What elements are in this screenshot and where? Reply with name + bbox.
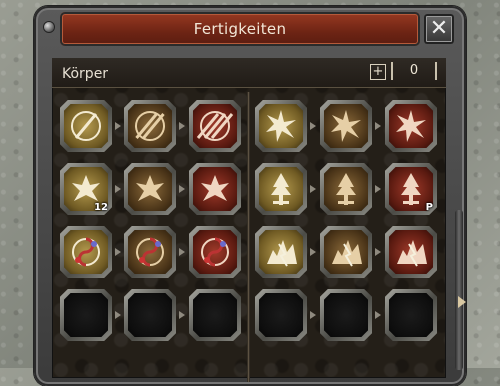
progression-arrow-icon [310, 122, 316, 130]
skill-slot[interactable]: 12 [60, 163, 112, 215]
scroll-arrow-icon[interactable] [458, 296, 466, 308]
skill-slot-empty[interactable] [60, 289, 112, 341]
add-points-button[interactable]: + [370, 64, 386, 80]
skill-slot-empty[interactable] [124, 289, 176, 341]
skill-slot[interactable] [320, 100, 372, 152]
progression-arrow-icon [179, 248, 185, 256]
yin-yang-icon [128, 230, 172, 274]
progression-arrow-icon [179, 311, 185, 319]
category-label: Körper [62, 66, 109, 82]
skill-slot[interactable] [124, 100, 176, 152]
skill-slot-empty[interactable] [320, 289, 372, 341]
scrollbar[interactable] [455, 210, 463, 370]
skill-level-badge: P [425, 202, 433, 213]
progression-arrow-icon [179, 185, 185, 193]
sword-slash-double-icon [128, 104, 172, 148]
skill-slot[interactable] [124, 226, 176, 278]
skill-slot[interactable] [320, 226, 372, 278]
tree-sword-icon [324, 167, 368, 211]
progression-arrow-icon [115, 185, 121, 193]
close-button[interactable]: ✕ [424, 14, 454, 44]
column-divider [247, 92, 250, 382]
lightning-ground-icon [259, 230, 303, 274]
progression-arrow-icon [375, 122, 381, 130]
skill-slot[interactable] [385, 226, 437, 278]
category-header [52, 58, 446, 88]
skill-slot[interactable] [189, 163, 241, 215]
skill-slot-empty[interactable] [255, 289, 307, 341]
empty-slot [389, 293, 433, 337]
pin-icon[interactable] [44, 22, 54, 32]
skill-level-badge: 12 [94, 202, 108, 213]
empty-slot [324, 293, 368, 337]
skill-slot[interactable] [60, 226, 112, 278]
skill-slot[interactable] [124, 163, 176, 215]
skill-slot[interactable] [189, 100, 241, 152]
lightning-ground-icon [324, 230, 368, 274]
progression-arrow-icon [115, 248, 121, 256]
skill-slot[interactable]: P [385, 163, 437, 215]
empty-slot [128, 293, 172, 337]
sword-slash-icon [64, 104, 108, 148]
progression-arrow-icon [375, 185, 381, 193]
progression-arrow-icon [375, 248, 381, 256]
progression-arrow-icon [310, 311, 316, 319]
window-title: Fertigkeiten [193, 20, 287, 38]
skill-slot[interactable] [255, 226, 307, 278]
yin-yang-icon [193, 230, 237, 274]
lightning-ground-icon [389, 230, 433, 274]
progression-arrow-icon [375, 311, 381, 319]
skill-slot[interactable] [385, 100, 437, 152]
skill-slot[interactable] [255, 163, 307, 215]
progression-arrow-icon [115, 122, 121, 130]
tree-sword-icon [259, 167, 303, 211]
empty-slot [64, 293, 108, 337]
progression-arrow-icon [179, 122, 185, 130]
progression-arrow-icon [115, 311, 121, 319]
skill-slot[interactable] [60, 100, 112, 152]
skill-points-value: 0 [391, 62, 437, 80]
skill-slot-empty[interactable] [385, 289, 437, 341]
progression-arrow-icon [310, 248, 316, 256]
progression-arrow-icon [310, 185, 316, 193]
skill-slot[interactable] [255, 100, 307, 152]
sword-slash-triple-icon [193, 104, 237, 148]
warrior-aura-icon [193, 167, 237, 211]
skill-slot[interactable] [320, 163, 372, 215]
skill-slot-empty[interactable] [189, 289, 241, 341]
empty-slot [259, 293, 303, 337]
yin-yang-icon [64, 230, 108, 274]
warrior-aura-icon [128, 167, 172, 211]
empty-slot [193, 293, 237, 337]
star-burst-icon [389, 104, 433, 148]
skill-slot[interactable] [189, 226, 241, 278]
star-burst-icon [324, 104, 368, 148]
star-burst-icon [259, 104, 303, 148]
